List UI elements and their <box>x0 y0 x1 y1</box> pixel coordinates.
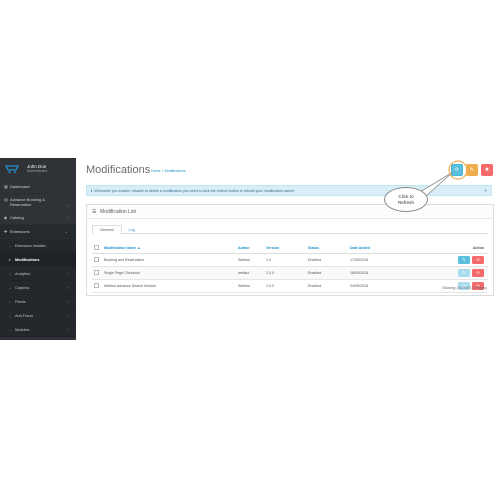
table-header-row: Modification Name ▲ Author Version Statu… <box>92 243 488 254</box>
cell-date: 04/05/2016 <box>348 279 428 293</box>
opencart-logo-icon <box>5 165 19 174</box>
select-all-checkbox[interactable] <box>94 245 99 251</box>
link-icon: ✎ <box>462 256 466 262</box>
cell-date: 17/05/2016 <box>348 253 428 267</box>
sidebar-subitem-captcha[interactable]: – Captcha › <box>0 281 76 295</box>
info-alert: ℹ Whenever you enable / disable or delet… <box>86 185 492 196</box>
cell-date: 18/05/2016 <box>348 266 428 280</box>
row-disable-button[interactable]: ⊖ <box>472 255 484 264</box>
row-disable-button[interactable]: ⊖ <box>472 268 484 277</box>
chevron-down-icon: ⌄ <box>64 229 68 234</box>
row-checkbox[interactable] <box>94 270 99 275</box>
info-circle-icon: ℹ <box>91 188 93 193</box>
row-refresh-button[interactable]: ✎ <box>458 255 470 264</box>
sidebar-subitem-label: Analytics <box>15 271 31 276</box>
tab-log[interactable]: Log <box>122 225 142 234</box>
table-row: Webkul Advance Search Module Webkul 1.0.… <box>92 279 488 293</box>
cell-version: 1.0.0 <box>264 266 306 280</box>
sidebar-subitem-analytics[interactable]: – Analytics › <box>0 267 76 281</box>
sidebar-subitem-label: Extension Installer <box>15 243 47 248</box>
eraser-icon: ✎ <box>469 167 475 173</box>
cell-name: Single Page Checkout <box>102 266 236 280</box>
sidebar-subitem-anti-fraud[interactable]: – Anti-Fraud › <box>0 309 76 323</box>
refresh-icon: ⟳ <box>454 167 460 173</box>
sidebar-subitem-label: Captcha <box>15 285 30 290</box>
list-icon: ☰ <box>92 208 97 215</box>
click-to-refresh-callout: Click to Refresh <box>384 187 428 212</box>
sidebar-subitem-modules[interactable]: – Modules › <box>0 323 76 337</box>
cell-status: Enabled <box>306 279 348 293</box>
tab-bar: General Log <box>92 225 488 235</box>
breadcrumb-separator: » <box>161 169 164 173</box>
alert-text: Whenever you enable / disable or delete … <box>94 188 295 193</box>
link-icon: ✎ <box>462 269 466 275</box>
breadcrumb: Home » Modifications <box>151 169 186 173</box>
panel-heading: ☰ Modification List <box>87 205 493 219</box>
sidebar-subitem-label: Modifications <box>15 257 40 262</box>
cell-name: Booking and Reservation <box>102 253 236 267</box>
refresh-button[interactable]: ⟳ <box>451 164 463 176</box>
cell-status: Enabled <box>306 253 348 267</box>
user-role: Administrator <box>27 169 48 173</box>
circle-minus-icon: ⊖ <box>476 269 480 275</box>
sidebar-subitem-extension-installer[interactable]: – Extension Installer <box>0 239 76 253</box>
table-row: Booking and Reservation Webkul 1.0 Enabl… <box>92 253 488 267</box>
column-header-author[interactable]: Author <box>236 243 264 254</box>
sidebar-item-label: Dashboard <box>10 184 30 189</box>
sidebar-subitem-label: Feeds <box>15 299 26 304</box>
sidebar-subitem-label: Modules <box>15 327 30 332</box>
sidebar-item-label: Catalog <box>10 215 24 220</box>
sidebar-item-catalog[interactable]: ◆ Catalog › <box>0 211 76 225</box>
chevron-right-icon: › <box>66 203 68 208</box>
delete-button[interactable]: ✖ <box>481 164 493 176</box>
column-header-date[interactable]: Date Added <box>348 243 428 254</box>
cell-name: Webkul Advance Search Module <box>102 279 236 293</box>
column-header-status[interactable]: Status <box>306 243 348 254</box>
chevron-right-icon: › <box>66 327 68 332</box>
sidebar-item-label: Extensions <box>10 229 30 234</box>
chevron-right-icon: › <box>66 313 68 318</box>
admin-page: John Doe Administrator ▦ Dashboard ▤ Adv… <box>0 0 500 500</box>
cell-author: webkul <box>236 266 264 280</box>
column-header-name[interactable]: Modification Name ▲ <box>102 243 236 254</box>
modification-table: Modification Name ▲ Author Version Statu… <box>92 243 488 293</box>
column-header-action: Action <box>428 243 488 254</box>
table-row: Single Page Checkout webkul 1.0.0 Enable… <box>92 266 488 280</box>
cell-version: 1.0 <box>264 253 306 267</box>
breadcrumb-home[interactable]: Home <box>151 169 161 173</box>
pagination-text: Showing 1 to 3 of 3 (1 Pages) <box>442 286 487 290</box>
breadcrumb-current[interactable]: Modifications <box>165 169 186 173</box>
sidebar-subitem-feeds[interactable]: – Feeds › <box>0 295 76 309</box>
sidebar-subitem-modifications[interactable]: ▸ Modifications <box>0 253 76 267</box>
user-profile[interactable]: John Doe Administrator <box>0 158 76 180</box>
sidebar-subitem-label: Anti-Fraud <box>15 313 33 318</box>
sidebar-item-advance-booking[interactable]: ▤ Advance Booking & Reservation › <box>0 194 76 211</box>
row-checkbox[interactable] <box>94 257 99 262</box>
cell-status: Enabled <box>306 266 348 280</box>
sidebar: John Doe Administrator ▦ Dashboard ▤ Adv… <box>0 158 76 340</box>
sidebar-item-label: Advance Booking & Reservation <box>10 197 45 207</box>
column-header-version[interactable]: Version <box>264 243 306 254</box>
row-refresh-button[interactable]: ✎ <box>458 268 470 277</box>
sidebar-item-dashboard[interactable]: ▦ Dashboard <box>0 180 76 194</box>
sidebar-item-extensions[interactable]: ✚ Extensions ⌄ <box>0 225 76 239</box>
callout-line-2: Refresh <box>397 199 415 205</box>
cell-version: 1.0.0 <box>264 279 306 293</box>
row-checkbox[interactable] <box>94 283 99 288</box>
chevron-right-icon: › <box>66 215 68 220</box>
panel-title: Modification List <box>100 208 136 215</box>
modification-list-panel: ☰ Modification List General Log Modifica… <box>86 204 494 296</box>
cell-author: Webkul <box>236 253 264 267</box>
page-title: Modifications <box>86 164 151 176</box>
chevron-right-icon: › <box>66 299 68 304</box>
close-icon[interactable]: × <box>484 188 487 193</box>
chevron-right-icon: › <box>66 285 68 290</box>
chevron-right-icon: › <box>66 271 68 276</box>
tab-general[interactable]: General <box>92 225 122 235</box>
cell-author: Webkul <box>236 279 264 293</box>
clear-log-button[interactable]: ✎ <box>466 164 478 176</box>
circle-minus-icon: ⊖ <box>476 256 480 262</box>
trash-icon: ✖ <box>484 167 490 173</box>
